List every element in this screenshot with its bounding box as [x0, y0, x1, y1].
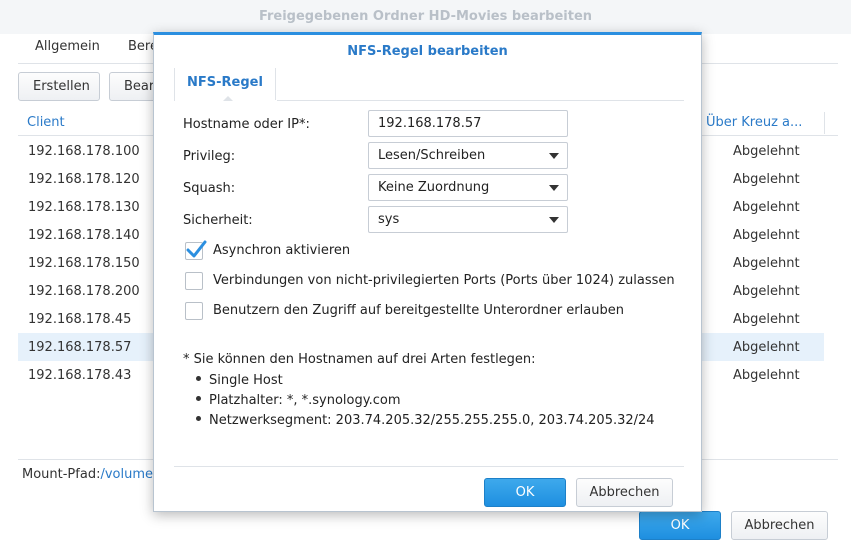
- cell-cross: Abgelehnt: [733, 312, 800, 327]
- async-checkbox-label[interactable]: Asynchron aktivieren: [213, 243, 350, 258]
- window-title: Freigegebenen Ordner HD-Movies bearbeite…: [0, 0, 851, 34]
- cell-client: 192.168.178.200: [28, 284, 140, 299]
- column-client[interactable]: Client: [27, 115, 65, 130]
- squash-label: Squash:: [183, 181, 236, 196]
- cell-cross: Abgelehnt: [733, 172, 800, 187]
- bullet-text: Platzhalter: *, *.synology.com: [209, 393, 401, 408]
- bullet-text: Single Host: [209, 373, 283, 388]
- hostname-label: Hostname oder IP*:: [183, 117, 310, 132]
- dialog-cancel-button[interactable]: Abbrechen: [576, 478, 673, 507]
- privilege-select[interactable]: Lesen/Schreiben: [368, 142, 568, 169]
- dialog-tab-bar: NFS-Regel: [174, 68, 684, 102]
- bullet-icon: [196, 376, 201, 381]
- mount-path: Mount-Pfad:/volume1: [22, 467, 161, 482]
- subfolder-access-checkbox-label[interactable]: Benutzern den Zugriff auf bereitgestellt…: [213, 303, 624, 318]
- hostname-value: 192.168.178.57: [378, 116, 482, 131]
- cell-client: 192.168.178.45: [28, 312, 132, 327]
- squash-value: Keine Zuordnung: [378, 180, 490, 195]
- security-value: sys: [378, 212, 400, 227]
- cell-cross: Abgelehnt: [733, 340, 800, 355]
- checkmark-icon: [186, 240, 207, 258]
- hostname-note: * Sie können den Hostnamen auf drei Arte…: [183, 352, 536, 367]
- squash-select[interactable]: Keine Zuordnung: [368, 174, 568, 201]
- cell-cross: Abgelehnt: [733, 284, 800, 299]
- chevron-down-icon: [549, 153, 559, 159]
- cell-client: 192.168.178.43: [28, 368, 132, 383]
- column-divider: [824, 112, 825, 134]
- cell-client: 192.168.178.150: [28, 256, 140, 271]
- window-ok-button[interactable]: OK: [639, 511, 721, 540]
- cell-cross: Abgelehnt: [733, 368, 800, 383]
- cell-client: 192.168.178.140: [28, 228, 140, 243]
- tab-caret-icon: [223, 96, 233, 101]
- bullet-text: Netzwerksegment: 203.74.205.32/255.255.2…: [209, 413, 655, 428]
- dialog-ok-button[interactable]: OK: [484, 478, 566, 507]
- subfolder-access-checkbox[interactable]: [185, 302, 203, 320]
- privilege-label: Privileg:: [183, 149, 236, 164]
- bullet-icon: [196, 396, 201, 401]
- dialog-title: NFS-Regel bearbeiten: [347, 44, 508, 59]
- list-item: Netzwerksegment: 203.74.205.32/255.255.2…: [196, 413, 655, 428]
- tab-nfs-rule[interactable]: NFS-Regel: [174, 68, 277, 102]
- cell-cross: Abgelehnt: [733, 144, 800, 159]
- nfs-rule-dialog: NFS-Regel bearbeiten NFS-Regel Hostname …: [153, 32, 702, 512]
- chevron-down-icon: [549, 217, 559, 223]
- security-select[interactable]: sys: [368, 206, 568, 233]
- nonpriv-ports-checkbox[interactable]: [185, 272, 203, 290]
- cell-client: 192.168.178.57: [28, 340, 132, 355]
- tab-general[interactable]: Allgemein: [35, 39, 100, 54]
- cell-client: 192.168.178.120: [28, 172, 140, 187]
- list-item: Platzhalter: *, *.synology.com: [196, 393, 401, 408]
- nonpriv-ports-checkbox-label[interactable]: Verbindungen von nicht-privilegierten Po…: [213, 273, 675, 288]
- list-item: Single Host: [196, 373, 283, 388]
- column-cross-mount[interactable]: Über Kreuz a...: [706, 115, 802, 130]
- security-label: Sicherheit:: [183, 213, 253, 228]
- hostname-input[interactable]: 192.168.178.57: [368, 110, 568, 137]
- privilege-value: Lesen/Schreiben: [378, 148, 486, 163]
- chevron-down-icon: [549, 185, 559, 191]
- divider: [174, 466, 684, 467]
- async-checkbox[interactable]: [185, 240, 207, 260]
- cell-cross: Abgelehnt: [733, 256, 800, 271]
- cell-client: 192.168.178.130: [28, 200, 140, 215]
- mount-path-label: Mount-Pfad:: [22, 467, 101, 482]
- cell-client: 192.168.178.100: [28, 144, 140, 159]
- tab-nfs-rule-label: NFS-Regel: [187, 75, 263, 90]
- bullet-icon: [196, 416, 201, 421]
- cell-cross: Abgelehnt: [733, 200, 800, 215]
- create-button[interactable]: Erstellen: [18, 72, 100, 101]
- window-cancel-button[interactable]: Abbrechen: [731, 511, 828, 540]
- cell-cross: Abgelehnt: [733, 228, 800, 243]
